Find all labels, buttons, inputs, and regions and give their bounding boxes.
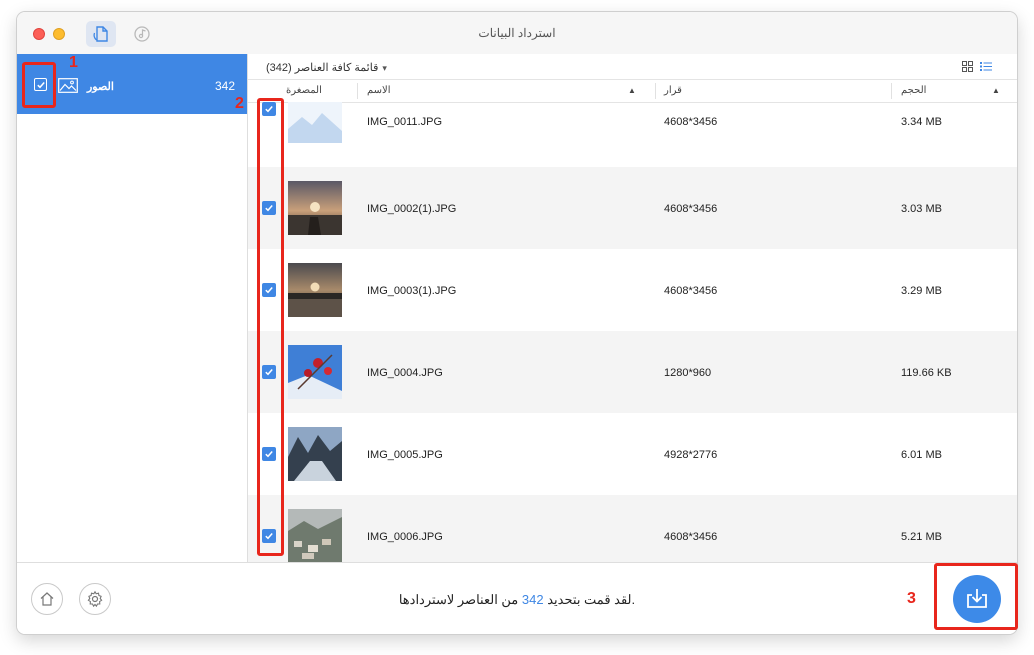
column-header-name[interactable]: الاسم [367,85,391,96]
row-size: 6.01 MB [901,449,942,461]
annotation-box-recover-button [934,563,1018,630]
row-resolution: 1280*960 [664,367,712,379]
status-count: 342 [521,592,544,607]
sort-chevron-icon[interactable]: ▲ [628,86,636,95]
list-toolbar: قائمة كافة العناصر (342) ▾ [248,54,1017,79]
row-name: IMG_0004.JPG [367,367,443,379]
footer-bar: لقد قمت بتحديد 342 من العناصر لاستردادها… [17,562,1017,634]
table-row[interactable]: IMG_0011.JPG 4608*3456 3.34 MB [248,102,1017,167]
row-size: 3.29 MB [901,285,942,297]
row-resolution: 4608*3456 [664,531,718,543]
column-divider [891,83,892,99]
row-size: 3.03 MB [901,203,942,215]
thumbnail-sunset-lake-image [288,263,342,317]
sidebar-item-count: 342 [214,79,235,93]
annotation-number: 1 [69,54,78,71]
app-window: استرداد البيانات الصور 342 قائمة كافة ال… [17,12,1017,634]
column-divider [357,83,358,99]
sort-chevron-icon[interactable]: ▲ [992,86,1000,95]
row-size: 3.34 MB [901,116,942,128]
grid-view-icon[interactable] [962,61,973,72]
row-name: IMG_0006.JPG [367,531,443,543]
title-bar: استرداد البيانات [17,12,1017,55]
column-header-size[interactable]: الحجم [901,85,926,96]
row-name: IMG_0003(1).JPG [367,285,457,297]
status-prefix: لقد قمت بتحديد [547,592,632,607]
selection-status: لقد قمت بتحديد 342 من العناصر لاستردادها… [17,592,1017,608]
chevron-down-icon: ▾ [382,63,387,73]
photo-icon [58,78,78,93]
thumbnail-town-valley-image [288,509,342,562]
annotation-number: 3 [907,590,916,607]
thumbnail-flowers-sky-image [288,345,342,399]
table-row[interactable]: IMG_0004.JPG 1280*960 119.66 KB [248,331,1017,413]
column-header-resolution[interactable]: قرار [664,85,682,96]
column-divider [655,83,656,99]
row-name: IMG_0002(1).JPG [367,203,457,215]
row-size: 5.21 MB [901,531,942,543]
table-row[interactable]: IMG_0006.JPG 4608*3456 5.21 MB [248,495,1017,562]
row-resolution: 4928*2776 [664,449,718,461]
list-filter-label: قائمة كافة العناصر (342) [266,62,379,74]
table-header: المصغرة الاسم ▲ قرار الحجم ▲ [248,79,1017,103]
row-resolution: 4608*3456 [664,203,718,215]
annotation-box-sidebar-checkbox [22,62,56,108]
column-header-thumbnail[interactable]: المصغرة [286,85,322,96]
thumbnail-sunset-image [288,181,342,235]
row-name: IMG_0005.JPG [367,449,443,461]
window-title: استرداد البيانات [478,26,556,40]
row-size: 119.66 KB [901,367,952,379]
table-row[interactable]: IMG_0003(1).JPG 4608*3456 3.29 MB [248,249,1017,331]
table-row[interactable]: IMG_0005.JPG 4928*2776 6.01 MB [248,413,1017,495]
row-resolution: 4608*3456 [664,116,718,128]
list-filter-dropdown[interactable]: قائمة كافة العناصر (342) ▾ [266,61,387,74]
file-list-panel: قائمة كافة العناصر (342)▾ المصغرة الاسم [248,54,1017,562]
annotation-number: 2 [235,95,244,112]
thumbnail-placeholder-image [288,102,342,143]
sidebar: الصور 342 [17,54,248,562]
table-body: IMG_0011.JPG 4608*3456 3.34 MB IMG_0002(… [248,102,1017,562]
list-view-icon[interactable] [980,61,992,72]
sidebar-item-label: الصور [87,81,114,93]
row-resolution: 4608*3456 [664,285,718,297]
row-name: IMG_0011.JPG [367,116,442,128]
annotation-box-row-checkboxes [257,98,284,556]
table-row[interactable]: IMG_0002(1).JPG 4608*3456 3.03 MB [248,167,1017,249]
thumbnail-mountain-river-image [288,427,342,481]
